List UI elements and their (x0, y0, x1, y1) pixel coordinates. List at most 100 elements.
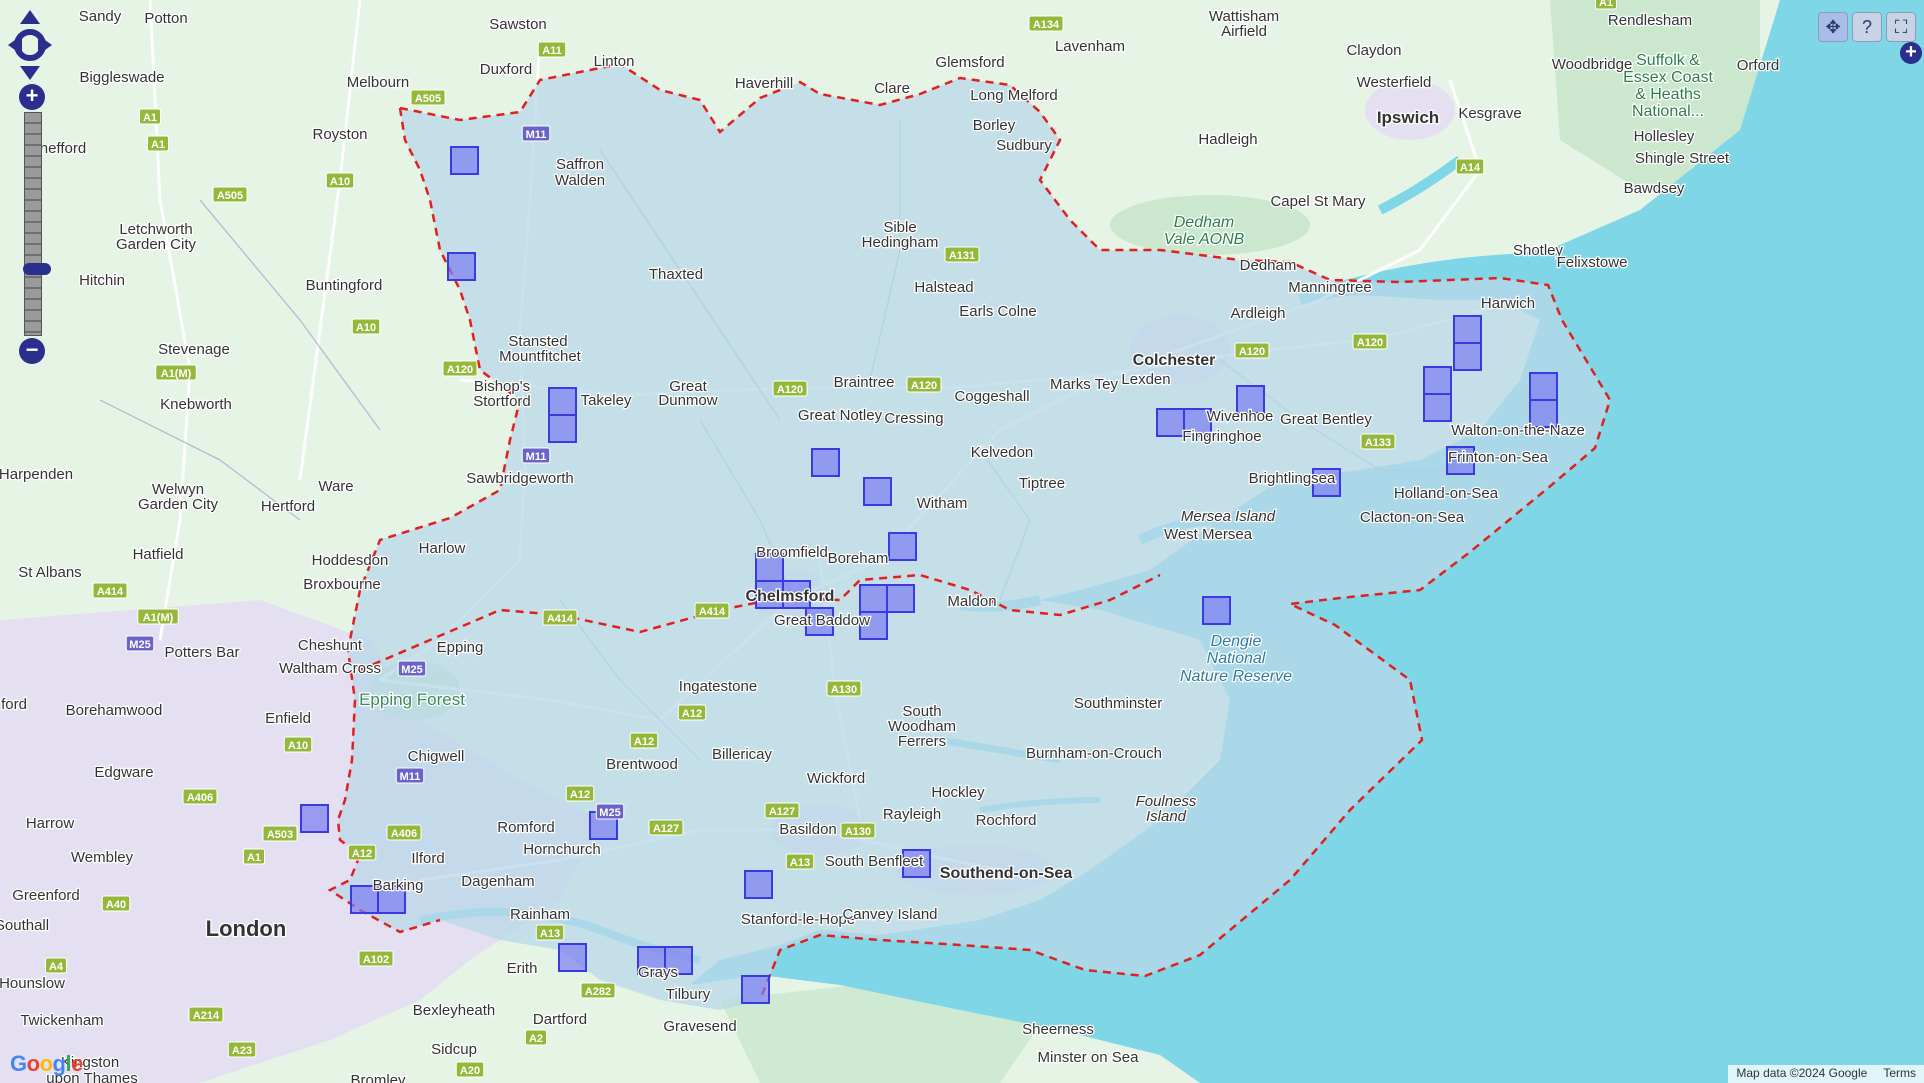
pan-down-icon[interactable] (20, 66, 40, 80)
zoom-in-button[interactable]: + (19, 84, 45, 110)
grid-square[interactable] (811, 448, 840, 477)
road-shield: A127 (648, 819, 684, 836)
place-label: Earls Colne (959, 303, 1037, 320)
place-label: Royston (312, 126, 367, 143)
grid-square[interactable] (1453, 342, 1482, 371)
place-label: Harrow (26, 815, 75, 832)
terms-link[interactable]: Terms (1875, 1065, 1924, 1083)
place-label: Ferrers (898, 733, 946, 750)
place-label: Ardleigh (1230, 305, 1285, 322)
place-label: Barking (373, 877, 424, 894)
place-label: Felixstowe (1557, 254, 1628, 271)
grid-square[interactable] (1423, 393, 1452, 422)
zoom-slider-handle[interactable] (23, 263, 51, 275)
road-shield-label: A414 (97, 586, 124, 598)
road-shield: A20 (455, 1061, 485, 1078)
grid-square[interactable] (863, 477, 892, 506)
grid-square[interactable] (1202, 596, 1231, 625)
grid-square[interactable] (548, 414, 577, 443)
place-label: Buntingford (306, 277, 383, 294)
place-label: Great Bentley (1280, 411, 1372, 428)
road-shield-label: A406 (391, 828, 417, 840)
place-label: Long Melford (970, 87, 1058, 104)
road-shield: A505 (212, 186, 248, 203)
grid-square[interactable] (558, 943, 587, 972)
place-label: Lavenham (1055, 38, 1125, 55)
grid-square[interactable] (886, 584, 915, 613)
road-shield-label: A20 (460, 1065, 480, 1077)
place-label: Suffolk & (1636, 52, 1700, 69)
road-shield-label: A2 (529, 1033, 543, 1045)
road-shield: A40 (101, 895, 131, 912)
grid-square[interactable] (548, 387, 577, 416)
grid-square[interactable] (1529, 372, 1558, 401)
place-label: Harwich (1481, 295, 1535, 312)
road-shield: A120 (772, 380, 808, 397)
road-shield-label: A10 (356, 322, 376, 334)
grid-square[interactable] (1156, 408, 1185, 437)
grid-square[interactable] (450, 146, 479, 175)
place-label: Sidcup (431, 1041, 477, 1058)
place-label: Burnham-on-Crouch (1026, 745, 1162, 762)
road-shield-label: A214 (193, 1010, 220, 1022)
place-label: Knebworth (160, 396, 232, 413)
grid-square[interactable] (859, 584, 888, 613)
road-shield: A102 (358, 950, 394, 967)
road-shield: M25 (125, 635, 155, 652)
place-label: Bawdsey (1624, 180, 1685, 197)
place-label: Gravesend (663, 1018, 736, 1035)
place-label: Biggleswade (79, 69, 164, 86)
grid-square[interactable] (744, 870, 773, 899)
grid-square[interactable] (888, 532, 917, 561)
place-label: Canvey Island (842, 906, 937, 923)
road-shield-label: A12 (352, 848, 372, 860)
pan-control[interactable] (8, 10, 52, 80)
place-label: Sawston (489, 16, 547, 33)
place-label: Erith (507, 960, 538, 977)
pan-tool-button[interactable]: ✥ (1818, 12, 1848, 42)
attribution-bar: Map data ©2024 Google Terms (1728, 1065, 1924, 1083)
place-label: Boreham (828, 550, 889, 567)
place-label: Vale AONB (1164, 231, 1245, 248)
road-shield: A1 (147, 135, 169, 152)
road-shield-label: A130 (831, 684, 857, 696)
road-shield-label: A1 (1599, 0, 1613, 9)
road-shield-label: A282 (585, 986, 611, 998)
place-label: Manningtree (1288, 279, 1371, 296)
road-shield-label: A13 (540, 928, 560, 940)
road-shield: M25 (595, 803, 625, 820)
place-label: Ingatestone (679, 678, 757, 695)
place-label: Hadleigh (1198, 131, 1257, 148)
place-label: Harpenden (0, 466, 73, 483)
map-canvas[interactable]: A11 A134 A505 M11 A1 A1 A10 A505 A14 A131 A10 A1(M)… (0, 0, 1924, 1083)
road-shield: A4 (45, 957, 67, 974)
query-tool-button[interactable]: ? (1852, 12, 1882, 42)
pan-up-icon[interactable] (20, 10, 40, 24)
place-label: Tilbury (666, 986, 711, 1003)
grid-square[interactable] (300, 804, 329, 833)
zoom-slider-track[interactable] (23, 112, 51, 336)
road-shield: M11 (395, 767, 425, 784)
grid-square[interactable] (741, 975, 770, 1004)
place-label: Great Notley (798, 407, 883, 424)
grid-square[interactable] (1453, 315, 1482, 344)
road-shield-label: A12 (634, 736, 654, 748)
road-shield: M11 (521, 447, 551, 464)
road-shield: A414 (92, 582, 128, 599)
road-shield-label: A503 (267, 829, 293, 841)
place-label: Haverhill (735, 75, 793, 92)
zoom-out-button[interactable]: − (19, 338, 45, 364)
place-label: Stanford-le-Hope (741, 911, 855, 928)
road-shield: A120 (1234, 342, 1270, 359)
zoom-extent-tool-button[interactable]: ⛶ (1886, 12, 1916, 42)
place-label: Lexden (1121, 371, 1170, 388)
road-shield: A10 (351, 318, 381, 335)
grid-square[interactable] (447, 252, 476, 281)
place-label: Takeley (581, 392, 632, 409)
layer-switcher-button[interactable]: + (1900, 42, 1922, 64)
place-label: Nature Reserve (1180, 668, 1292, 685)
grid-square[interactable] (1423, 366, 1452, 395)
place-label: Dartford (533, 1011, 587, 1028)
place-label: Hornchurch (523, 841, 601, 858)
road-shield: A12 (677, 704, 707, 721)
